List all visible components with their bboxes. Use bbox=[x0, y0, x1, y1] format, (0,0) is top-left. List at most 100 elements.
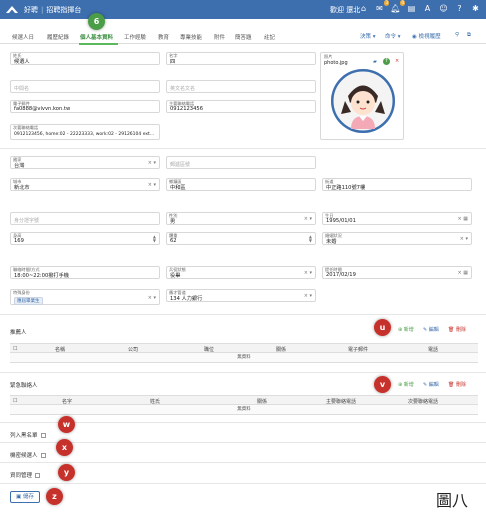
save-button[interactable]: ▣ 儲存 bbox=[10, 491, 40, 503]
home-icon[interactable]: ⌂ bbox=[358, 3, 369, 14]
district-field[interactable]: 鄉鎮區 中和區 bbox=[166, 178, 316, 191]
emergency-table-header: ☐ 名字 姓氏 關係 主要聯絡電話 次要聯絡電話 bbox=[10, 395, 478, 405]
referee-edit-button[interactable]: ✎ 編輯 bbox=[423, 326, 439, 333]
question-icon[interactable]: ? bbox=[454, 3, 465, 14]
tab-attachments[interactable]: 附件 bbox=[214, 33, 225, 41]
given-name-field[interactable]: 名字四 bbox=[166, 52, 316, 65]
step-marker-w: w bbox=[58, 416, 75, 433]
marital-select[interactable]: 婚姻狀況 未婚 × ▾ bbox=[322, 232, 472, 245]
calendar-icon[interactable]: × ▦ bbox=[457, 216, 468, 222]
command-menu[interactable]: 命令 ▾ bbox=[385, 32, 401, 40]
settings-icon[interactable]: ✱ bbox=[470, 3, 481, 14]
bell-badge: 0 bbox=[400, 0, 405, 6]
tab-resume-log[interactable]: 履歷紀錄 bbox=[47, 33, 69, 41]
select-all-checkbox[interactable]: ☐ bbox=[13, 398, 17, 404]
country-select[interactable]: 國家 台灣 × ▾ bbox=[10, 156, 160, 169]
remove-photo-icon[interactable]: × bbox=[395, 58, 399, 64]
stepper-icon[interactable]: ▲ ▼ bbox=[153, 235, 156, 243]
military-select[interactable]: 兵役狀態 役畢 × ▾ bbox=[166, 266, 316, 279]
copy-icon[interactable]: ⧉ bbox=[467, 32, 471, 39]
referee-delete-button[interactable]: 🗑︎ 刪除 bbox=[448, 326, 466, 333]
doc-icon[interactable]: ▤ bbox=[406, 3, 417, 14]
tab-work-experience[interactable]: 工作經驗 bbox=[124, 33, 146, 41]
surname-field[interactable]: 姓氏 候選人 bbox=[10, 52, 160, 65]
active-tab-indicator bbox=[79, 43, 118, 45]
step-marker-x: x bbox=[56, 439, 73, 456]
birthday-field[interactable]: 生日 1995/01/01 × ▦ bbox=[322, 212, 472, 225]
street-field[interactable]: 街道 中正路110號7樓 bbox=[322, 178, 472, 191]
phone-field[interactable]: 主要聯絡電話 0912123456 bbox=[166, 100, 316, 113]
upload-icon[interactable]: ↑ bbox=[383, 58, 390, 65]
height-field[interactable]: 身高 169 ▲ ▼ bbox=[10, 232, 160, 245]
decision-menu[interactable]: 決策 ▾ bbox=[360, 32, 376, 40]
column-header[interactable]: 關係 bbox=[276, 346, 286, 353]
emergency-delete-button[interactable]: 🗑︎ 刪除 bbox=[448, 381, 466, 388]
id-number-field[interactable]: 身分證字號 bbox=[10, 212, 160, 225]
column-header[interactable]: 主要聯絡電話 bbox=[326, 398, 356, 405]
mail-icon[interactable]: ✉ 3 bbox=[374, 0, 389, 14]
city-select[interactable]: 城市 新北市 × ▾ bbox=[10, 178, 160, 191]
available-date-field[interactable]: 提任時間 2017/02/19 × ▦ bbox=[322, 266, 472, 279]
font-icon[interactable]: A bbox=[422, 3, 433, 14]
tab-notes[interactable]: 註記 bbox=[264, 33, 275, 41]
emergency-add-button[interactable]: ⊕ 新增 bbox=[398, 381, 414, 388]
gender-select[interactable]: 性別男 × ▾ bbox=[166, 212, 316, 225]
divider bbox=[0, 372, 486, 373]
column-header[interactable]: 關係 bbox=[257, 398, 267, 405]
figure-label: 圖八 bbox=[436, 491, 469, 510]
tab-skills[interactable]: 專業技能 bbox=[180, 33, 202, 41]
column-header[interactable]: 姓氏 bbox=[150, 398, 160, 405]
consent-management-checkbox[interactable]: 資同管理 bbox=[10, 471, 41, 479]
photo-filename: photo.jpg bbox=[324, 60, 348, 66]
column-header[interactable]: 電話 bbox=[428, 346, 438, 353]
step-marker-y: y bbox=[58, 464, 75, 481]
tab-candidate[interactable]: 候選人日 bbox=[12, 33, 34, 41]
special-status-select[interactable]: 特殊身份 應屆畢業生 × ▾ bbox=[10, 289, 160, 305]
column-header[interactable]: 公司 bbox=[128, 346, 138, 353]
avatar bbox=[331, 69, 395, 133]
source-select[interactable]: 應才管道 134 人力銀行 × ▾ bbox=[166, 289, 316, 302]
step-marker-6: 6 bbox=[88, 13, 105, 30]
contact-time-field[interactable]: 聯絡時間/方式 18:00~22:00撥打手機 bbox=[10, 266, 160, 279]
emergency-empty-row: 無資料 bbox=[10, 405, 478, 415]
search-icon[interactable]: ⚲ bbox=[455, 32, 459, 38]
emergency-edit-button[interactable]: ✎ 編輯 bbox=[423, 381, 439, 388]
column-header[interactable]: 電子郵件 bbox=[348, 346, 368, 353]
referee-title: 推薦人 bbox=[10, 330, 27, 336]
weight-field[interactable]: 體重 62 ▲ ▼ bbox=[166, 232, 316, 245]
column-header[interactable]: 名字 bbox=[62, 398, 72, 405]
referee-table-header: ☐ 名稱 公司 職位 關係 電子郵件 電話 bbox=[10, 343, 478, 353]
other-phone-field[interactable]: 次要聯絡電話 0912123456, home:02 - 22223333, wo… bbox=[10, 124, 160, 140]
stepper-icon[interactable]: ▲ ▼ bbox=[309, 235, 312, 243]
clear-chevron-icon: × ▾ bbox=[147, 182, 156, 188]
column-header[interactable]: 職位 bbox=[204, 346, 214, 353]
clear-chevron-icon: × ▾ bbox=[459, 236, 468, 242]
blacklist-checkbox[interactable]: 列入黑名單 bbox=[10, 431, 46, 439]
tab-education[interactable]: 教育 bbox=[158, 33, 169, 41]
middle-name-field[interactable]: 中間名 bbox=[10, 80, 160, 93]
folder-icon[interactable]: ▰ bbox=[373, 59, 377, 65]
user-icon[interactable]: ☺ bbox=[438, 3, 449, 14]
divider bbox=[0, 314, 486, 315]
email-field[interactable]: 電子郵件 fa0888@vivvn.kon.tw bbox=[10, 100, 160, 113]
column-header[interactable]: 名稱 bbox=[55, 346, 65, 353]
tab-personal-info[interactable]: 個人基本資料 bbox=[80, 33, 113, 41]
brand[interactable]: 好聘 | 招聘指揮台 bbox=[24, 5, 81, 15]
confidential-checkbox[interactable]: 機密候選人 bbox=[10, 451, 46, 459]
step-marker-z: z bbox=[46, 488, 63, 505]
view-history-button[interactable]: ◉ 檢視履歷 bbox=[412, 32, 441, 40]
logo-icon bbox=[6, 6, 18, 13]
english-name-field[interactable]: 英文名文名 bbox=[166, 80, 316, 93]
bell-icon[interactable]: 🔔︎ 0 bbox=[390, 0, 405, 14]
select-all-checkbox[interactable]: ☐ bbox=[13, 346, 17, 352]
tab-questions[interactable]: 簡答題 bbox=[235, 33, 252, 41]
status-chip[interactable]: 應屆畢業生 bbox=[14, 297, 43, 305]
column-header[interactable]: 次要聯絡電話 bbox=[408, 398, 438, 405]
divider bbox=[0, 483, 486, 484]
referee-add-button[interactable]: ⊕ 新增 bbox=[398, 326, 414, 333]
postal-code-field[interactable]: 郵遞區號 bbox=[166, 156, 316, 169]
calendar-icon[interactable]: × ▦ bbox=[457, 270, 468, 276]
save-icon: ▣ bbox=[16, 494, 22, 500]
step-marker-u: u bbox=[374, 319, 391, 336]
clear-chevron-icon: × ▾ bbox=[303, 293, 312, 299]
